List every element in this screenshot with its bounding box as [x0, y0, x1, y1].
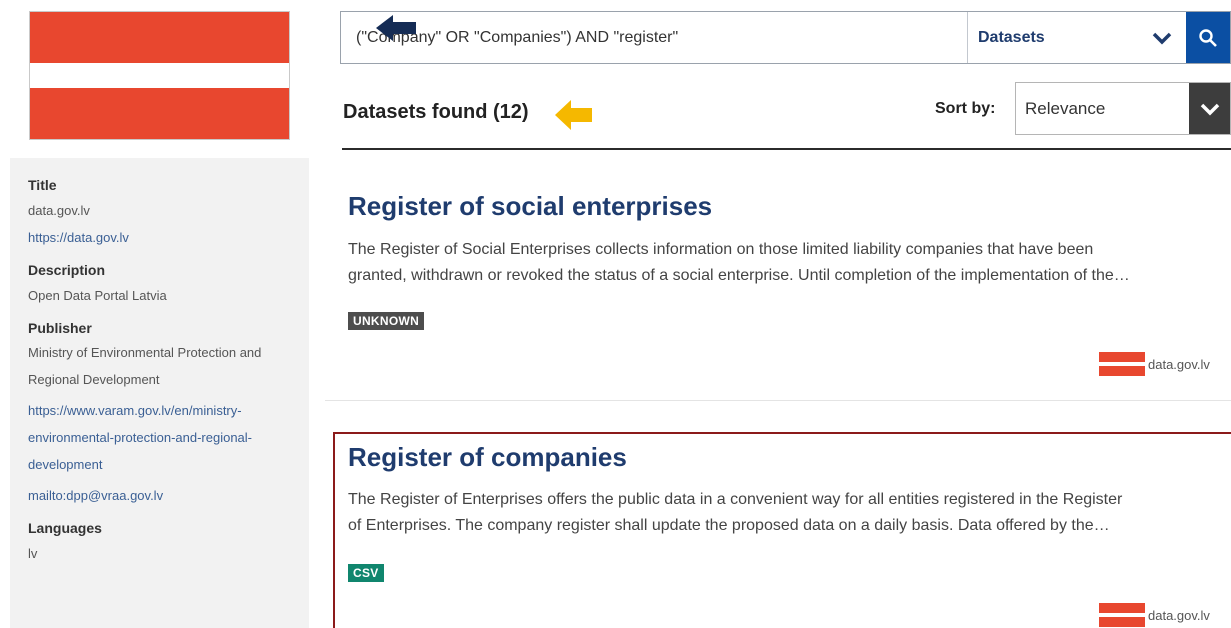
- latvia-flag-logo: [29, 11, 290, 140]
- arrow-left-icon: [376, 15, 416, 41]
- languages-value: lv: [28, 546, 38, 561]
- publisher-url-line-3[interactable]: development: [28, 451, 291, 478]
- latvia-flag-icon: [1099, 603, 1145, 627]
- sort-select[interactable]: Relevance: [1015, 82, 1231, 135]
- description-line: of Enterprises. The company register sha…: [348, 517, 1110, 534]
- latvia-flag-icon: [1099, 352, 1145, 376]
- scope-dropdown[interactable]: Datasets: [967, 12, 1186, 63]
- result-description: The Register of Enterprises offers the p…: [348, 487, 1213, 539]
- publisher-tag[interactable]: data.gov.lv: [1099, 352, 1210, 376]
- publisher-label: Publisher: [28, 320, 92, 336]
- description-line: granted, withdrawn or revoked the status…: [348, 267, 1130, 284]
- sort-label: Sort by:: [935, 100, 996, 117]
- description-line: The Register of Enterprises offers the p…: [348, 491, 1123, 508]
- sort-value: Relevance: [1025, 98, 1106, 118]
- result-card: Register of social enterprises The Regis…: [325, 163, 1231, 401]
- chevron-down-icon: [1200, 103, 1219, 115]
- search-input[interactable]: ("Company" OR "Companies") AND "register…: [341, 12, 967, 63]
- title-label: Title: [28, 177, 57, 193]
- result-title-link[interactable]: Register of social enterprises: [348, 191, 712, 222]
- title-link[interactable]: https://data.gov.lv: [28, 229, 291, 247]
- publisher-name: data.gov.lv: [1148, 607, 1210, 623]
- publisher-url-line-2[interactable]: environmental-protection-and-regional-: [28, 424, 291, 451]
- arrow-left-icon: [555, 100, 592, 130]
- search-button[interactable]: [1186, 12, 1230, 63]
- format-badge[interactable]: UNKNOWN: [348, 312, 425, 330]
- publisher-value: Ministry of Environmental Protection and…: [28, 339, 291, 393]
- description-value: Open Data Portal Latvia: [28, 288, 167, 303]
- results-count: Datasets found (12): [343, 101, 529, 123]
- result-description: The Register of Social Enterprises colle…: [348, 237, 1213, 289]
- publisher-email-link[interactable]: mailto:dpp@vraa.gov.lv: [28, 487, 291, 505]
- result-card-highlighted: Register of companies The Register of En…: [333, 432, 1231, 628]
- sort-toggle[interactable]: [1189, 83, 1230, 134]
- publisher-name: data.gov.lv: [1148, 356, 1210, 372]
- scope-label: Datasets: [978, 28, 1045, 46]
- publisher-website-link[interactable]: https://www.varam.gov.lv/en/ministry- en…: [28, 397, 291, 478]
- chevron-down-icon: [1152, 32, 1172, 44]
- result-title-link[interactable]: Register of companies: [348, 442, 627, 473]
- publisher-line-1: Ministry of Environmental Protection and: [28, 345, 262, 360]
- description-line: The Register of Social Enterprises colle…: [348, 241, 1094, 258]
- title-value: data.gov.lv: [28, 203, 90, 218]
- description-label: Description: [28, 262, 106, 278]
- languages-label: Languages: [28, 520, 102, 536]
- publisher-tag[interactable]: data.gov.lv: [1099, 603, 1210, 627]
- search-bar: ("Company" OR "Companies") AND "register…: [340, 11, 1231, 64]
- format-badge[interactable]: CSV: [348, 564, 384, 582]
- publisher-url-line-1[interactable]: https://www.varam.gov.lv/en/ministry-: [28, 397, 291, 424]
- results-divider: [342, 148, 1231, 150]
- search-icon: [1199, 28, 1217, 47]
- catalog-info-panel: Title data.gov.lv https://data.gov.lv De…: [10, 158, 309, 628]
- publisher-line-2: Regional Development: [28, 372, 160, 387]
